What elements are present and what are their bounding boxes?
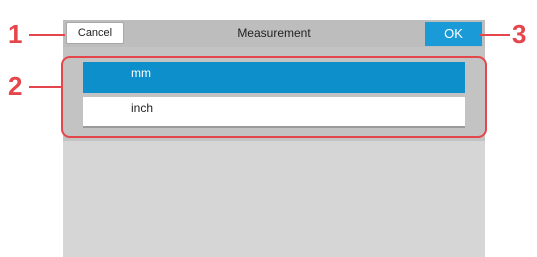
dialog-title: Measurement [237,26,311,40]
callout-leader-1 [29,34,65,36]
callout-number-1: 1 [8,19,23,49]
cancel-button[interactable]: Cancel [66,22,124,44]
callout-highlight-frame [61,56,487,138]
callout-leader-3 [480,34,510,36]
callout-number-3: 3 [512,19,527,49]
annotated-screenshot: Measurement Cancel OK mm inch 1 2 3 [0,0,537,257]
callout-leader-2 [29,86,62,88]
ok-button[interactable]: OK [425,22,482,46]
dialog-header: Measurement Cancel OK [63,20,485,47]
callout-number-2: 2 [8,71,23,101]
